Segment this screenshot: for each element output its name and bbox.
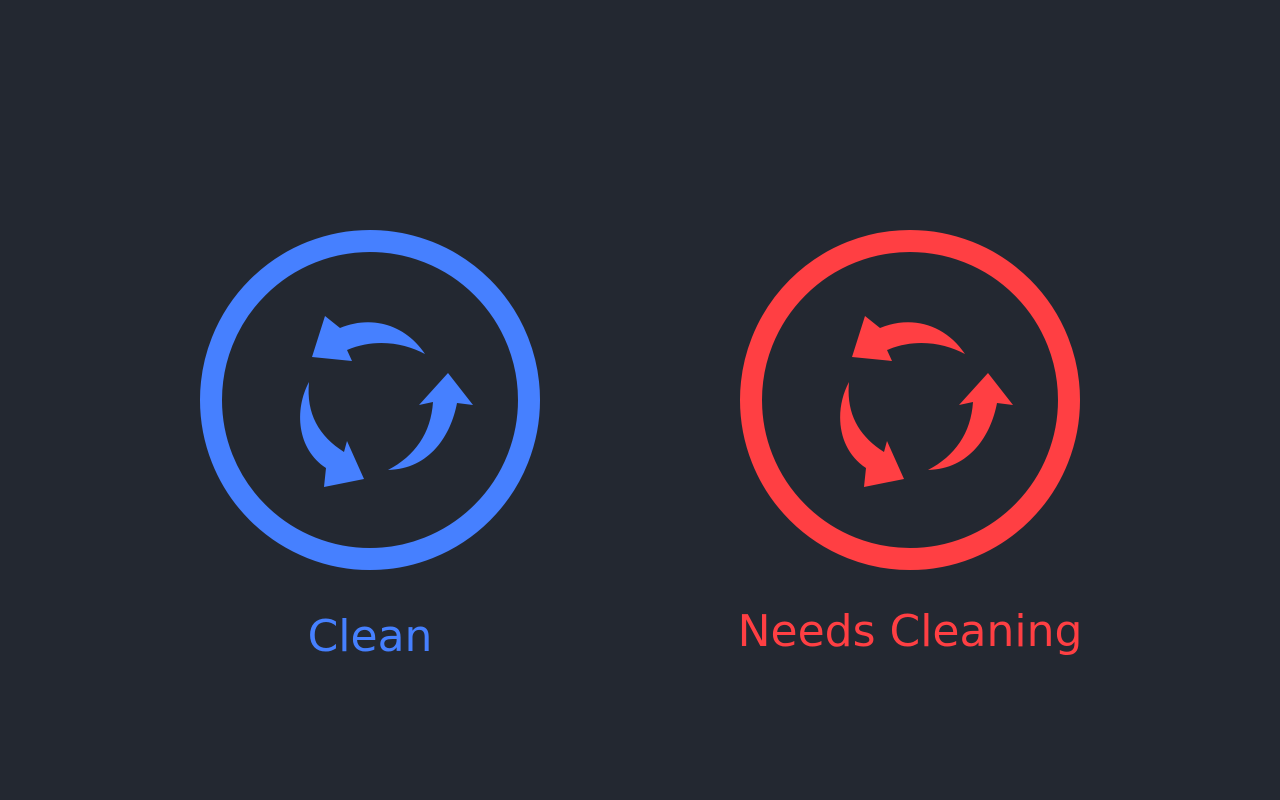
recycle-arrows-icon bbox=[740, 230, 1080, 570]
status-label-clean: Clean bbox=[307, 611, 433, 662]
status-ring bbox=[740, 230, 1080, 570]
status-comparison: Clean Needs Cleaning bbox=[0, 0, 1280, 800]
arrow-group bbox=[300, 316, 473, 487]
arrow-right bbox=[388, 373, 473, 470]
arrow-left bbox=[840, 382, 904, 487]
arrow-top bbox=[852, 316, 965, 361]
clean-status-icon bbox=[200, 230, 540, 570]
status-label-needs-cleaning: Needs Cleaning bbox=[737, 606, 1083, 657]
arrow-right bbox=[928, 373, 1013, 470]
arrow-left bbox=[300, 382, 364, 487]
recycle-arrows-icon bbox=[200, 230, 540, 570]
status-ring bbox=[200, 230, 540, 570]
needs-cleaning-status-icon bbox=[740, 230, 1080, 570]
status-needs-cleaning: Needs Cleaning bbox=[0, 0, 1082, 800]
arrow-group bbox=[840, 316, 1013, 487]
arrow-top bbox=[312, 316, 425, 361]
